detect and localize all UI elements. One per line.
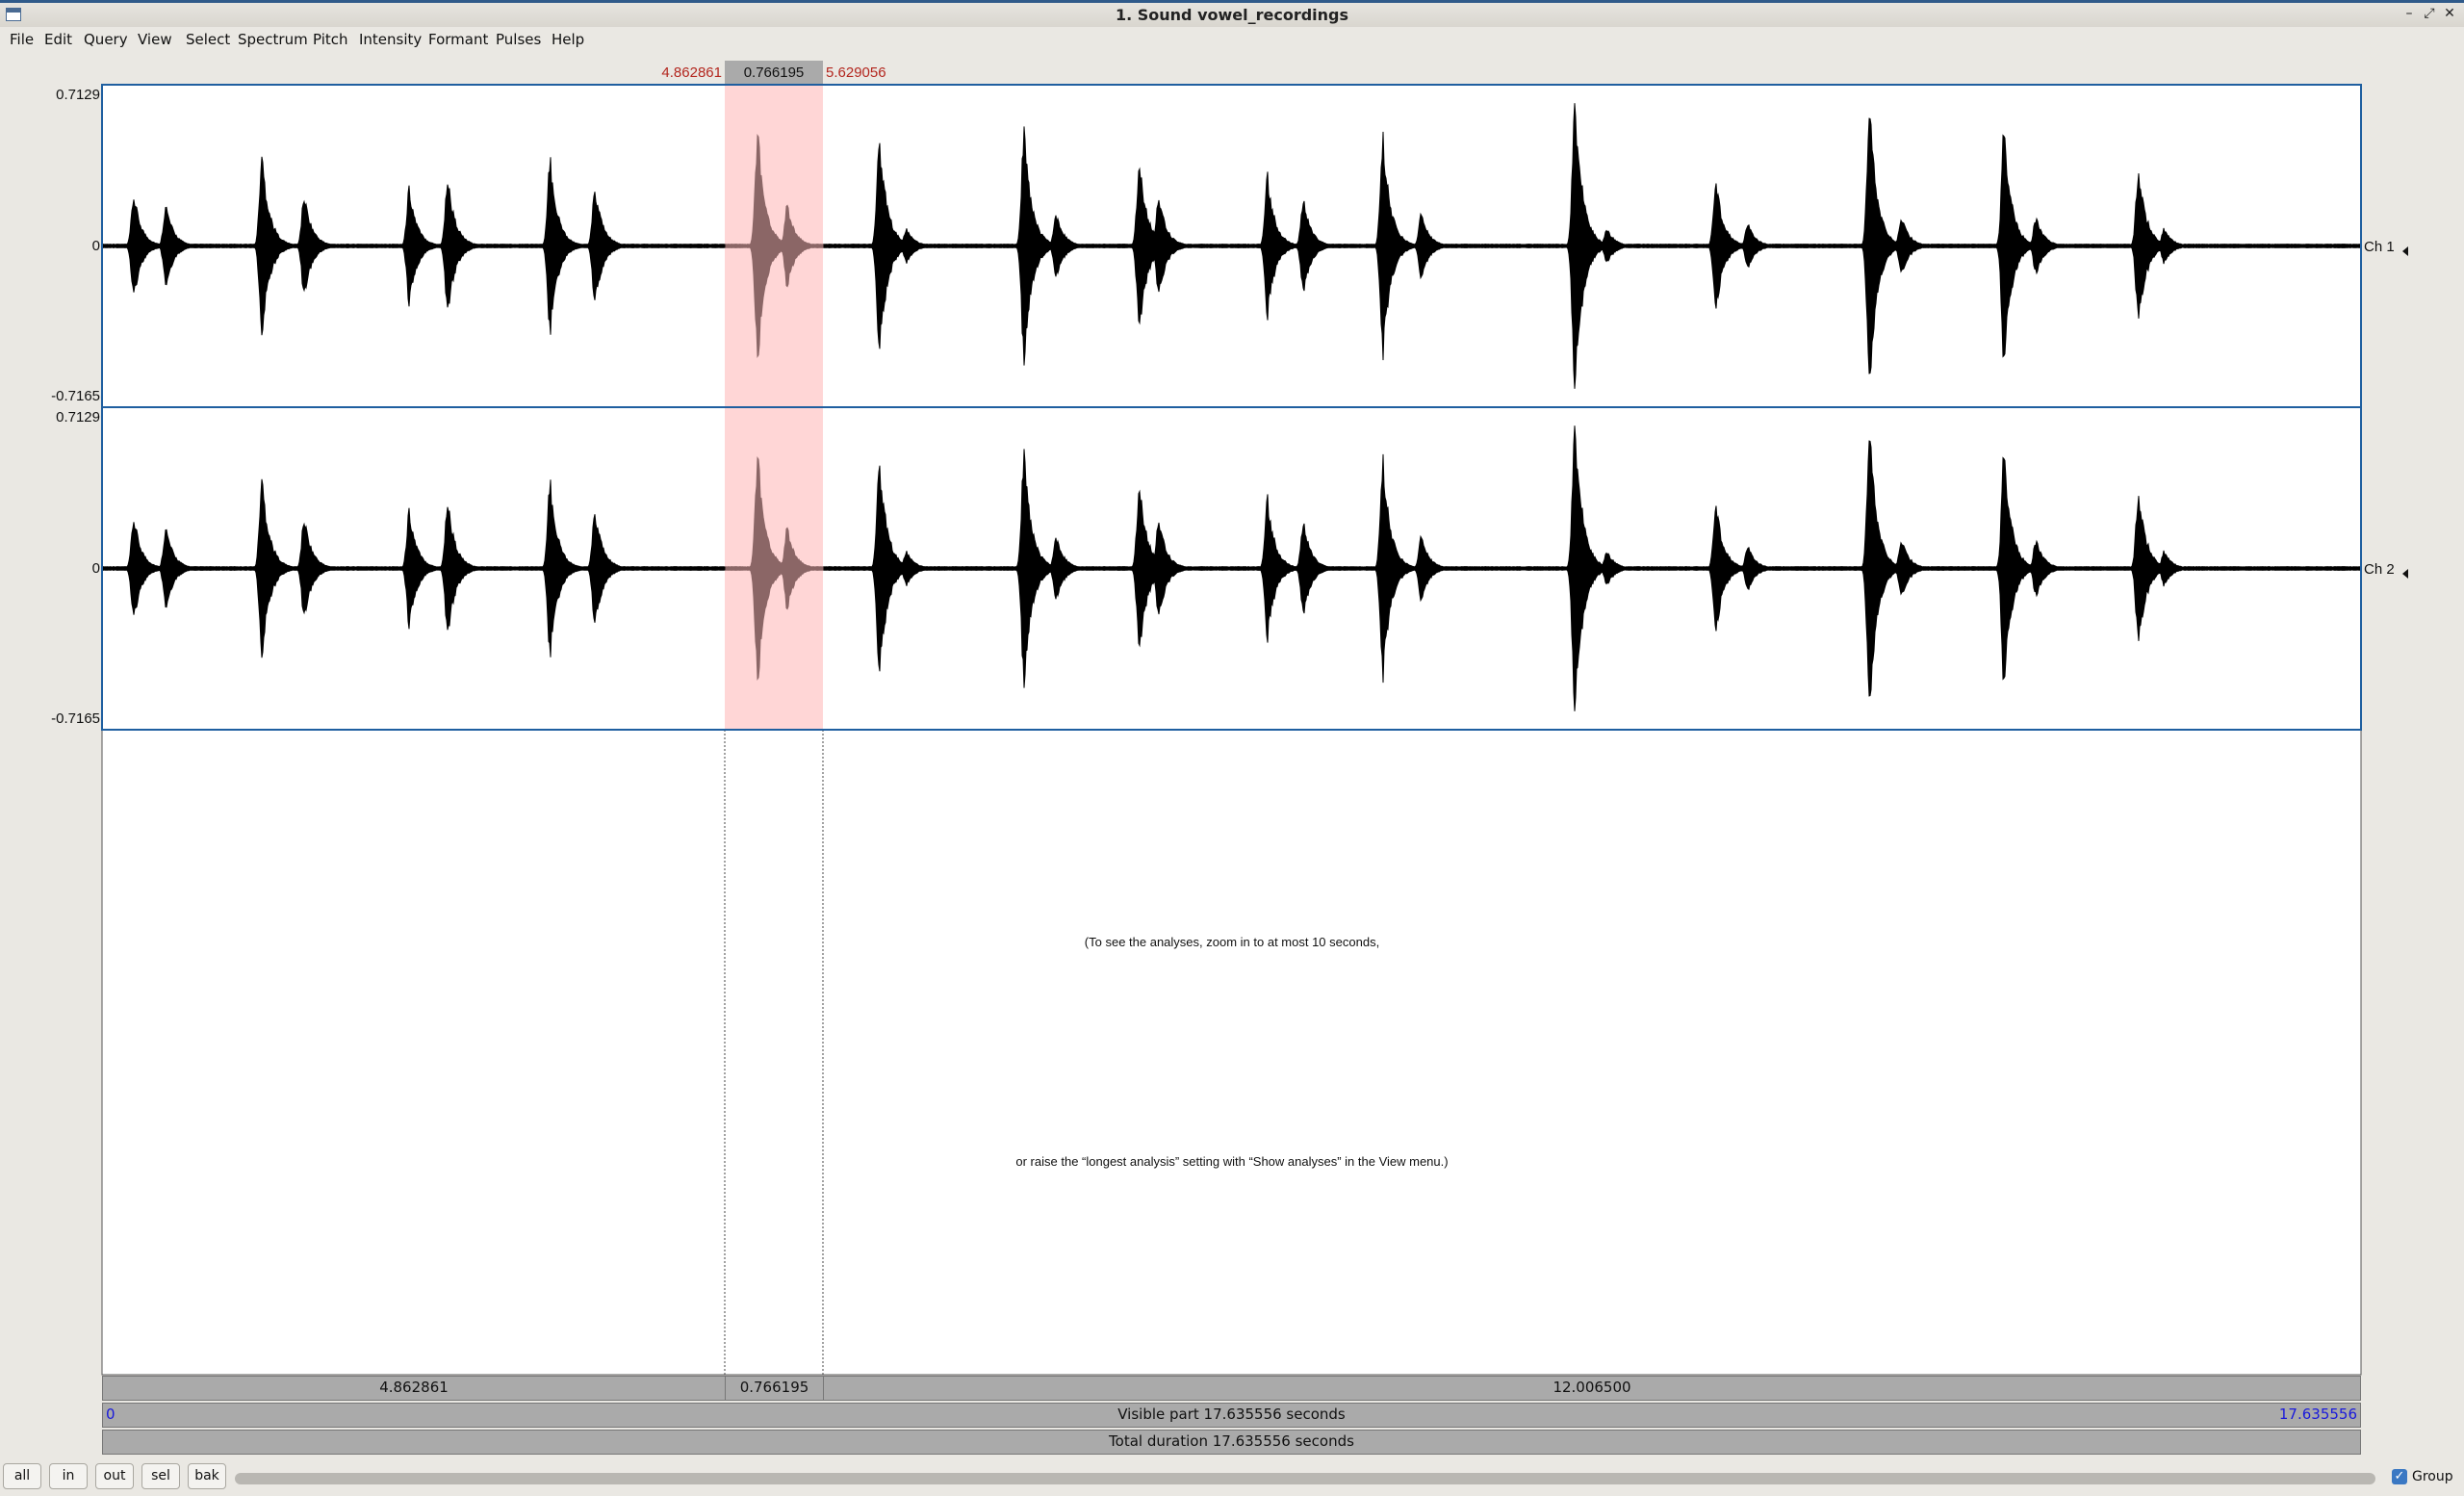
zoom-in-button[interactable]: in bbox=[49, 1463, 88, 1489]
channel-1-mute-icon[interactable] bbox=[2402, 246, 2408, 256]
zoom-to-selection-button[interactable]: sel bbox=[141, 1463, 180, 1489]
zoom-all-button[interactable]: all bbox=[3, 1463, 41, 1489]
visible-part-bar[interactable]: 0 Visible part 17.635556 seconds 17.6355… bbox=[102, 1403, 2361, 1428]
channel-1-min: -0.7165 bbox=[51, 388, 100, 404]
visible-part-label: Visible part 17.635556 seconds bbox=[1117, 1406, 1346, 1423]
time-after-selection[interactable]: 12.006500 bbox=[823, 1376, 2361, 1401]
total-duration-bar[interactable]: Total duration 17.635556 seconds bbox=[102, 1430, 2361, 1455]
channel-2-max: 0.7129 bbox=[56, 409, 100, 426]
group-label: Group bbox=[2412, 1469, 2453, 1484]
sound-editor-canvas[interactable]: 4.862861 0.766195 5.629056 0.7129 0 -0.7… bbox=[0, 0, 2464, 1454]
analysis-message-line-2: or raise the “longest analysis” setting … bbox=[1015, 1154, 1448, 1169]
channel-2-label[interactable]: Ch 2 bbox=[2364, 561, 2395, 578]
visible-end-time: 17.635556 bbox=[2278, 1406, 2357, 1423]
analysis-message-line-1: (To see the analyses, zoom in to at most… bbox=[1085, 935, 1379, 949]
time-before-selection[interactable]: 4.862861 bbox=[102, 1376, 726, 1401]
channel-1-zero: 0 bbox=[92, 238, 100, 254]
selection-duration: 0.766195 bbox=[744, 64, 805, 81]
channel-1-max: 0.7129 bbox=[56, 87, 100, 103]
selection-end-time: 5.629056 bbox=[826, 64, 886, 81]
zoom-out-button[interactable]: out bbox=[95, 1463, 134, 1489]
time-selection-duration[interactable]: 0.766195 bbox=[725, 1376, 824, 1401]
visible-start-time: 0 bbox=[106, 1406, 116, 1423]
zoom-back-button[interactable]: bak bbox=[188, 1463, 226, 1489]
channel-2-min: -0.7165 bbox=[51, 710, 100, 727]
group-checkbox[interactable]: ✓ bbox=[2392, 1469, 2407, 1484]
horizontal-scrollbar[interactable] bbox=[235, 1473, 2375, 1484]
channel-2-zero: 0 bbox=[92, 560, 100, 577]
channel-2-mute-icon[interactable] bbox=[2402, 569, 2408, 579]
selection-start-time: 4.862861 bbox=[661, 64, 722, 81]
channel-1-label[interactable]: Ch 1 bbox=[2364, 239, 2395, 255]
